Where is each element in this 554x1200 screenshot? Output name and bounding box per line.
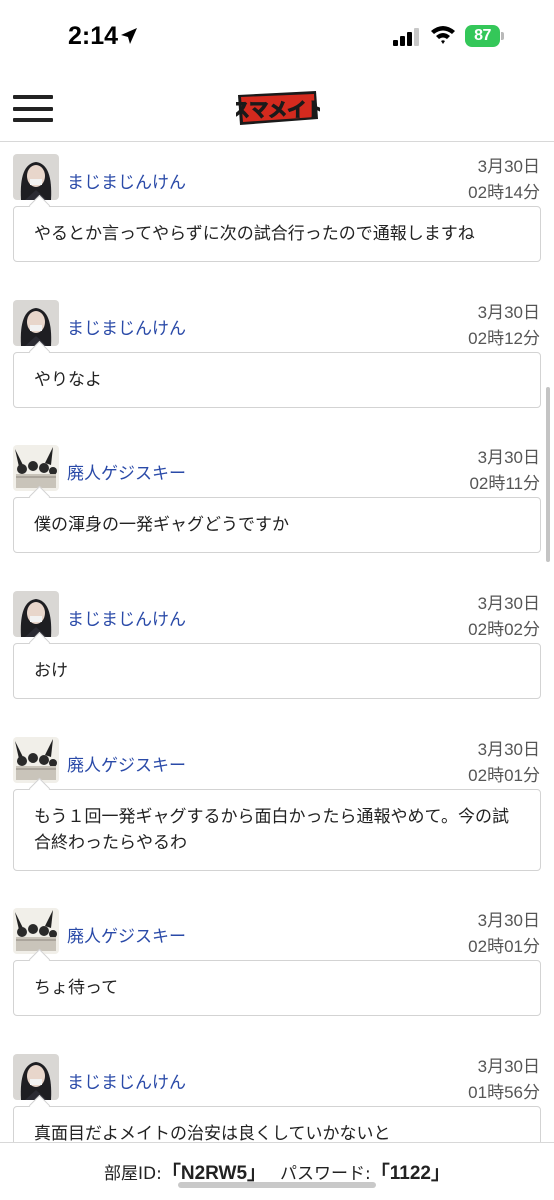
timestamp: 3月30日 01時56分	[468, 1054, 540, 1106]
avatar-group[interactable]	[13, 445, 59, 491]
message-time: 02時12分	[468, 329, 540, 348]
avatar-girl[interactable]	[13, 1054, 59, 1100]
status-time: 2:14	[68, 22, 119, 50]
chat-message: まじまじんけん 3月30日 02時14分 やるとか言ってやらずに次の試合行ったの…	[0, 146, 554, 262]
message-bubble: おけ	[13, 643, 541, 699]
message-date: 3月30日	[477, 740, 540, 759]
message-date: 3月30日	[477, 594, 540, 613]
avatar-girl[interactable]	[13, 154, 59, 200]
password-label: パスワード:	[280, 1164, 371, 1184]
room-id-label: 部屋ID:	[104, 1164, 162, 1184]
message-time: 02時01分	[468, 937, 540, 956]
message-bubble: 僕の渾身の一発ギャグどうですか	[13, 497, 541, 553]
avatar-girl[interactable]	[13, 591, 59, 637]
message-bubble: もう１回一発ギャグするから面白かったら通報やめて。今の試合終わったらやるわ	[13, 789, 541, 871]
chat-list[interactable]: まじまじんけん 3月30日 02時14分 やるとか言ってやらずに次の試合行ったの…	[0, 142, 554, 1142]
username[interactable]: 廃人ゲジスキー	[67, 459, 186, 484]
scrollbar[interactable]	[546, 387, 550, 562]
app-header: スマメイト	[0, 75, 554, 142]
home-indicator[interactable]	[178, 1182, 376, 1188]
chat-message: まじまじんけん 3月30日 01時56分 真面目だよメイトの治安は良くしていかな…	[0, 1046, 554, 1142]
message-date: 3月30日	[477, 448, 540, 467]
message-bubble: やるとか言ってやらずに次の試合行ったので通報しますね	[13, 206, 541, 262]
logo-text: スマメイト	[236, 99, 320, 121]
chat-message: まじまじんけん 3月30日 02時02分 おけ	[0, 583, 554, 699]
chat-message: 廃人ゲジスキー 3月30日 02時01分 ちょ待って	[0, 900, 554, 1016]
message-bubble: やりなよ	[13, 352, 541, 408]
username[interactable]: 廃人ゲジスキー	[67, 922, 186, 947]
message-bubble: ちょ待って	[13, 960, 541, 1016]
cellular-signal-icon	[393, 28, 419, 46]
timestamp: 3月30日 02時01分	[468, 737, 540, 789]
avatar-girl[interactable]	[13, 300, 59, 346]
room-info-bar: 部屋ID: 「N2RW5」 パスワード: 「1122」	[0, 1142, 554, 1200]
message-time: 02時14分	[468, 183, 540, 202]
message-time: 02時01分	[468, 766, 540, 785]
chat-message: まじまじんけん 3月30日 02時12分 やりなよ	[0, 292, 554, 408]
chat-message: 廃人ゲジスキー 3月30日 02時11分 僕の渾身の一発ギャグどうですか	[0, 437, 554, 553]
message-time: 01時56分	[468, 1083, 540, 1102]
timestamp: 3月30日 02時11分	[469, 445, 540, 497]
message-date: 3月30日	[477, 911, 540, 930]
message-time: 02時02分	[468, 620, 540, 639]
battery-level: 87	[465, 25, 500, 47]
avatar-group[interactable]	[13, 737, 59, 783]
username[interactable]: まじまじんけん	[67, 605, 186, 630]
timestamp: 3月30日 02時01分	[468, 908, 540, 960]
message-date: 3月30日	[477, 303, 540, 322]
timestamp: 3月30日 02時12分	[468, 300, 540, 352]
wifi-icon	[431, 26, 455, 44]
message-date: 3月30日	[477, 157, 540, 176]
username[interactable]: まじまじんけん	[67, 314, 186, 339]
hamburger-menu-icon[interactable]	[13, 95, 53, 122]
timestamp: 3月30日 02時14分	[468, 154, 540, 206]
message-date: 3月30日	[477, 1057, 540, 1076]
username[interactable]: 廃人ゲジスキー	[67, 751, 186, 776]
username[interactable]: まじまじんけん	[67, 168, 186, 193]
message-bubble: 真面目だよメイトの治安は良くしていかないと	[13, 1106, 541, 1142]
room-id-value: 「N2RW5」	[161, 1163, 267, 1184]
location-arrow-icon	[121, 28, 137, 44]
battery-tip	[501, 32, 504, 40]
message-time: 02時11分	[469, 474, 540, 493]
status-bar: 2:14 87	[0, 0, 554, 75]
smamate-logo[interactable]: スマメイト	[236, 89, 320, 127]
timestamp: 3月30日 02時02分	[468, 591, 540, 643]
battery-indicator: 87	[465, 25, 505, 47]
avatar-group[interactable]	[13, 908, 59, 954]
screen: 2:14 87 スマメイト まじまじんけん 3月30日 02時14分 やるとか言…	[0, 0, 554, 1200]
username[interactable]: まじまじんけん	[67, 1068, 186, 1093]
chat-message: 廃人ゲジスキー 3月30日 02時01分 もう１回一発ギャグするから面白かったら…	[0, 729, 554, 871]
password-value: 「1122」	[370, 1163, 450, 1184]
